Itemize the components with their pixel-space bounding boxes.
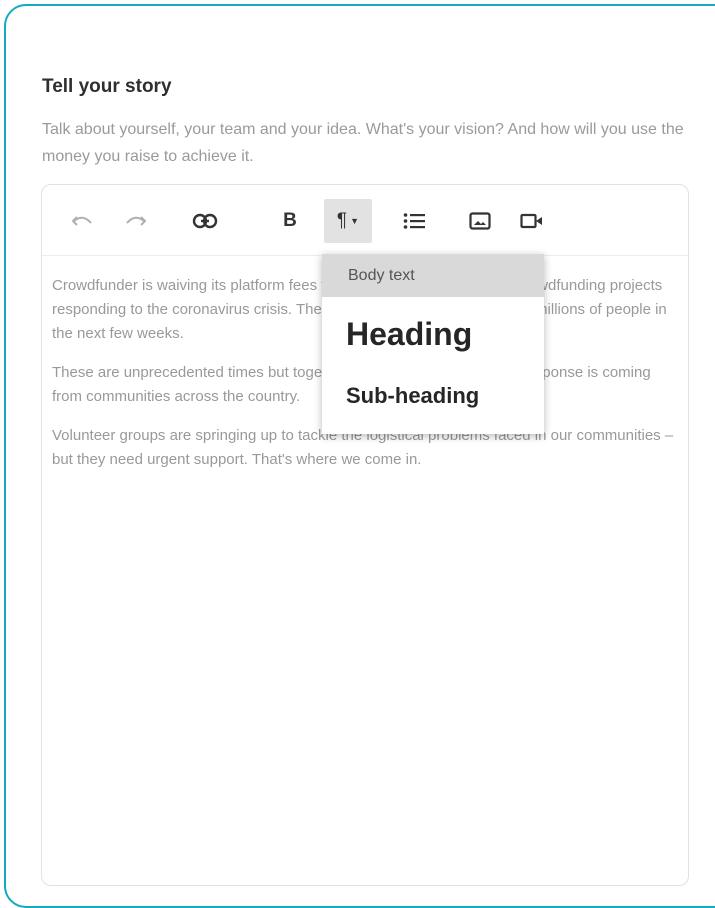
paragraph-format-icon: ¶ [336, 210, 348, 231]
section-title: Tell your story [42, 76, 172, 97]
menu-item-sub-heading[interactable]: Sub-heading [322, 371, 544, 431]
menu-item-heading[interactable]: Heading [322, 297, 544, 371]
undo-button[interactable] [62, 199, 102, 243]
image-icon [469, 212, 491, 230]
bullet-list-icon [403, 213, 425, 229]
redo-button[interactable] [116, 199, 156, 243]
link-button[interactable] [185, 199, 225, 243]
bold-button[interactable]: B [270, 199, 310, 243]
bullet-list-button[interactable] [394, 199, 434, 243]
undo-icon [71, 216, 92, 226]
editor-toolbar: B ¶ ▼ [42, 185, 688, 255]
bold-icon: B [283, 210, 297, 231]
link-icon [192, 213, 218, 229]
video-button[interactable] [512, 199, 552, 243]
image-button[interactable] [460, 199, 500, 243]
paragraph-format-menu: Body text Heading Sub-heading [322, 254, 544, 434]
redo-icon [126, 216, 147, 226]
menu-item-body-text[interactable]: Body text [322, 254, 544, 297]
caret-down-icon: ▼ [350, 216, 360, 226]
section-description: Talk about yourself, your team and your … [42, 121, 684, 165]
paragraph-format-button[interactable]: ¶ ▼ [324, 199, 372, 243]
video-icon [520, 213, 542, 229]
